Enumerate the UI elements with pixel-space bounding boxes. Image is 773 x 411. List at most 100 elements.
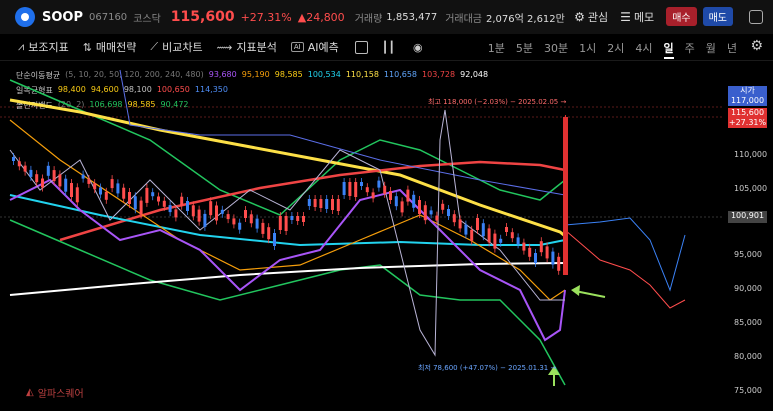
candle: [447, 209, 450, 216]
candle: [151, 192, 155, 197]
tick-105000: 105,000: [734, 184, 768, 193]
open-label: 시가: [740, 86, 755, 95]
candle: [145, 187, 149, 203]
tick-95000: 95,000: [734, 250, 762, 259]
candle: [365, 187, 369, 193]
candle: [313, 199, 317, 207]
candle: [122, 187, 126, 199]
candle: [516, 237, 520, 245]
candle: [226, 214, 230, 220]
candle: [209, 201, 213, 216]
candle: [476, 218, 479, 230]
tick-85000: 85,000: [734, 318, 762, 327]
candle: [441, 203, 445, 210]
candle: [551, 251, 555, 265]
candle: [168, 205, 172, 213]
candle: [249, 214, 253, 224]
candle: [336, 199, 340, 211]
candle: [203, 213, 207, 227]
candle: [197, 209, 201, 222]
candle: [302, 216, 305, 222]
tick-75000: 75,000: [734, 386, 762, 395]
candle: [499, 238, 503, 243]
candle: [354, 182, 358, 197]
candle: [563, 117, 568, 275]
low-annotation: 최저 78,600 (+47.07%) − 2025.01.31 →: [418, 364, 557, 372]
tick-90000: 90,000: [734, 284, 762, 293]
ichimoku-span: [564, 217, 686, 292]
current-price-label: 115,600: [730, 108, 765, 117]
watermark-text: 알파스퀘어: [37, 389, 84, 400]
candle: [452, 214, 456, 223]
candle: [429, 210, 433, 215]
green-arrow-icon: [571, 285, 606, 298]
candle: [377, 180, 381, 188]
candle: [458, 219, 462, 229]
candle: [244, 210, 247, 218]
candle: [58, 174, 62, 187]
candle: [23, 165, 27, 172]
candle: [278, 216, 282, 230]
candle: [510, 232, 514, 239]
candle: [545, 246, 549, 259]
candle: [325, 199, 329, 209]
candle: [12, 157, 15, 161]
candle: [128, 192, 131, 204]
candle: [267, 227, 271, 240]
candle: [412, 194, 416, 208]
ma-line: [9, 178, 566, 342]
candle: [290, 216, 294, 220]
candle: [383, 185, 387, 194]
candle: [418, 200, 421, 214]
candle: [180, 196, 184, 206]
candle: [296, 216, 300, 221]
candle: [133, 196, 137, 210]
candle: [110, 179, 114, 189]
candle: [157, 196, 160, 202]
reference-price-tag: 100,901: [728, 211, 767, 223]
candle: [522, 242, 526, 251]
candle: [331, 199, 334, 210]
candle: [35, 174, 39, 183]
ma-line: [9, 262, 566, 296]
candle: [116, 183, 120, 194]
candle: [29, 169, 33, 177]
candle: [41, 178, 44, 188]
candle: [261, 222, 265, 234]
candle: [215, 205, 218, 221]
candle: [191, 205, 195, 217]
candle: [162, 200, 166, 207]
candle: [435, 215, 439, 221]
candle: [186, 201, 189, 211]
candle: [342, 182, 346, 195]
open-value: 117,000: [730, 96, 765, 105]
candle: [389, 191, 392, 200]
candle: [174, 209, 178, 218]
candle: [64, 178, 68, 192]
lagging-line: [9, 109, 565, 357]
candle: [481, 223, 485, 237]
candle: [104, 191, 108, 200]
candle: [539, 241, 543, 253]
price-chart[interactable]: [0, 0, 773, 411]
ma-line: [119, 69, 566, 196]
candle: [139, 200, 143, 215]
candle: [348, 182, 352, 196]
candle: [75, 187, 79, 203]
candle: [99, 187, 102, 195]
ichimoku-span: [564, 229, 686, 309]
candle: [534, 253, 537, 263]
candle: [70, 183, 73, 197]
candle: [557, 256, 561, 271]
candle: [406, 189, 410, 202]
candle: [255, 218, 259, 229]
candle: [220, 209, 224, 214]
candle: [493, 233, 497, 249]
ma-line: [9, 98, 566, 238]
tick-80000: 80,000: [734, 352, 762, 361]
open-price-tag: 시가 117,000: [728, 86, 767, 106]
candle: [273, 233, 276, 246]
candle: [238, 222, 242, 230]
candle: [394, 196, 398, 207]
candle: [464, 224, 468, 235]
